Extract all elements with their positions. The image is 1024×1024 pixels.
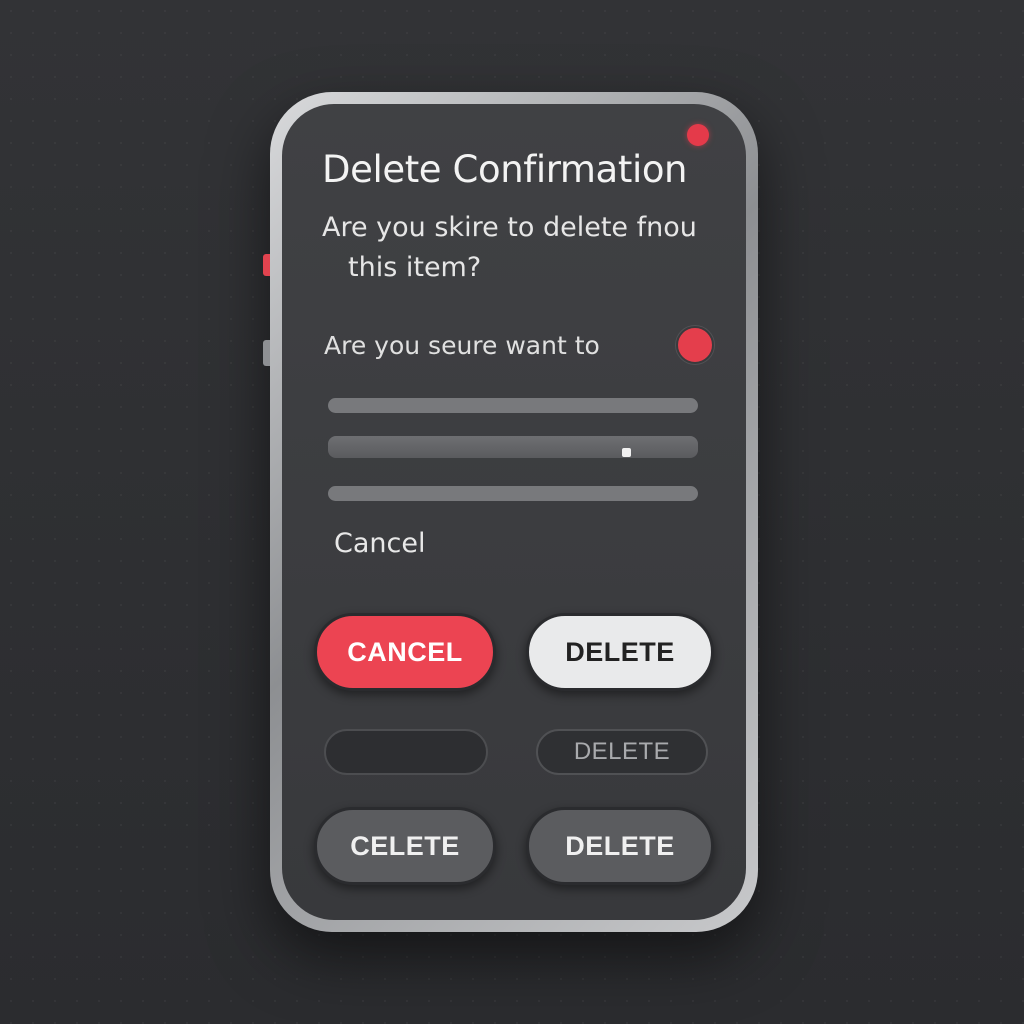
confirm-option-row: Are you seure want to [324, 326, 714, 364]
cancel-button[interactable]: CANCEL [314, 613, 496, 691]
side-button-volume[interactable] [263, 340, 270, 366]
confirm-toggle[interactable] [676, 326, 714, 364]
celete-button[interactable]: CELETE [314, 807, 496, 885]
placeholder-bar-3 [328, 486, 698, 501]
slider-handle[interactable] [622, 448, 631, 457]
dialog-screen: Delete Confirmation Are you skire to del… [282, 104, 746, 920]
delete-button[interactable]: DELETE [526, 613, 714, 691]
side-button-red[interactable] [263, 254, 270, 276]
notification-dot-icon [687, 124, 709, 146]
dialog-message-line2: this item? [348, 252, 482, 283]
slider-track[interactable] [328, 436, 698, 458]
dialog-message: Are you skire to delete fnou this item? [322, 208, 697, 288]
phone-frame: Delete Confirmation Are you skire to del… [263, 92, 758, 932]
placeholder-bar-1 [328, 398, 698, 413]
delete-ghost-button[interactable]: DELETE [536, 729, 708, 775]
cancel-link[interactable]: Cancel [334, 528, 425, 559]
dialog-title: Delete Confirmation [322, 148, 688, 191]
dialog-message-line1: Are you skire to delete fnou [322, 212, 697, 243]
blank-button[interactable] [324, 729, 488, 775]
delete-secondary-button[interactable]: DELETE [526, 807, 714, 885]
confirm-option-label: Are you seure want to [324, 330, 600, 360]
